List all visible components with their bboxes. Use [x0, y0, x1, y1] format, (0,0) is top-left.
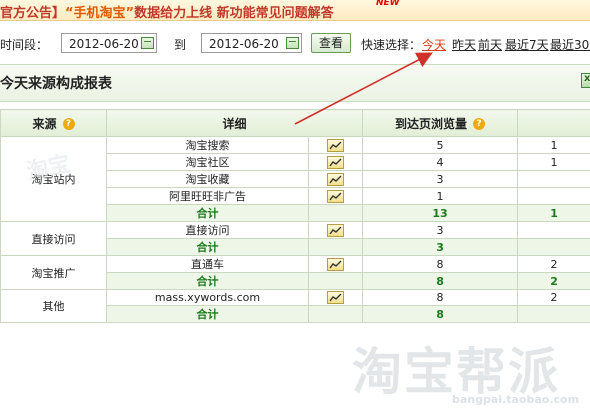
table-row: 淘宝站内 淘宝搜索 5 1: [0, 136, 590, 222]
trend-chart-icon[interactable]: [327, 172, 344, 186]
total-extra: [517, 238, 590, 256]
trend-chart-icon[interactable]: [327, 138, 344, 152]
total-label: 合计: [106, 272, 309, 290]
trend-cell: [307, 187, 364, 205]
trend-cell: [307, 289, 364, 306]
total-value: 8: [362, 305, 519, 323]
total-extra: 1: [517, 204, 590, 222]
detail-cell: mass.xywords.com: [106, 289, 309, 306]
trend-chart-icon[interactable]: [327, 291, 344, 305]
table-header-row: 来源? 详细 到达页浏览量?: [0, 109, 590, 137]
detail-cell: 阿里旺旺非广告: [106, 187, 309, 205]
trend-cell: [307, 153, 364, 171]
report-header: 今天来源构成报表: [0, 64, 590, 102]
pageviews-cell: 1: [362, 187, 519, 205]
detail-cell: 淘宝社区: [106, 153, 309, 171]
total-label: 合计: [106, 238, 309, 256]
source-cell: 其他: [0, 289, 107, 323]
total-label: 合计: [106, 204, 309, 222]
to-label: 到: [174, 38, 187, 52]
detail-cell: 淘宝搜索: [106, 136, 309, 154]
total-extra: 2: [517, 272, 590, 290]
col-header-pageviews-label: 到达页浏览量: [395, 116, 468, 131]
end-date-value: 2012-06-20: [209, 37, 279, 51]
quick-select-label: 快速选择：: [361, 38, 422, 52]
quick-link-last-30-days[interactable]: 最近30天: [550, 36, 590, 53]
trend-cell: [307, 221, 364, 239]
detail-cell: 直通车: [106, 255, 309, 273]
quick-link-day-before[interactable]: 前天: [478, 36, 502, 53]
extra-cell: [517, 221, 590, 239]
trend-cell: [307, 136, 364, 154]
col-header-source-label: 来源: [32, 116, 57, 131]
quick-link-last-7-days[interactable]: 最近7天: [505, 36, 549, 53]
report-title: 今天来源构成报表: [0, 76, 112, 92]
pageviews-cell: 5: [362, 136, 519, 154]
end-date-input[interactable]: 2012-06-20: [201, 33, 302, 53]
pageviews-cell: 3: [362, 221, 519, 239]
empty-cell: [307, 272, 364, 290]
total-value: 3: [362, 238, 519, 256]
extra-cell: 2: [517, 289, 590, 306]
source-report-table: 来源? 详细 到达页浏览量? 淘宝站内 淘宝搜索 5 1 淘宝社区 4 1 淘宝…: [0, 109, 590, 323]
help-icon[interactable]: ?: [62, 118, 75, 130]
trend-cell: [307, 170, 364, 188]
pageviews-cell: 8: [362, 289, 519, 306]
pageviews-cell: 4: [362, 153, 519, 171]
detail-cell: 淘宝收藏: [106, 170, 309, 188]
detail-cell: 直接访问: [106, 221, 309, 239]
source-cell: 直接访问: [0, 221, 107, 256]
col-header-pageviews: 到达页浏览量?: [362, 109, 519, 137]
quick-link-yesterday[interactable]: 昨天: [452, 36, 476, 53]
col-header-detail: 详细: [105, 109, 364, 137]
trend-cell: [307, 255, 364, 273]
announcement-bar: 官方公告】“手机淘宝”数据给力上线 新功能常见问题解答 NEW: [0, 0, 590, 21]
empty-cell: [307, 305, 364, 323]
trend-chart-icon[interactable]: [327, 257, 344, 271]
total-extra: [517, 305, 590, 323]
watermark-url: bangpai.taobao.com: [452, 393, 580, 406]
excel-export-icon[interactable]: [581, 73, 590, 88]
empty-cell: [307, 238, 364, 256]
col-header-more: [517, 109, 590, 137]
trend-chart-icon[interactable]: [327, 155, 344, 169]
announcement-prefix: 官方公告】: [0, 6, 66, 21]
query-button[interactable]: 查看: [311, 33, 351, 53]
table-row: 淘宝推广 直通车 8 2: [0, 255, 590, 290]
announcement-highlight: “手机淘宝”: [65, 6, 135, 21]
empty-cell: [307, 204, 364, 222]
table-row: 其他 mass.xywords.com 8 2: [0, 289, 590, 323]
start-date-input[interactable]: 2012-06-20: [61, 33, 157, 53]
help-icon[interactable]: ?: [473, 118, 486, 130]
extra-cell: 2: [517, 255, 590, 273]
trend-chart-icon[interactable]: [327, 223, 344, 237]
extra-cell: 1: [517, 136, 590, 154]
calendar-icon[interactable]: [141, 37, 154, 49]
total-value: 13: [362, 204, 519, 222]
total-label: 合计: [106, 305, 309, 323]
new-badge: NEW: [376, 0, 400, 8]
pageviews-cell: 3: [362, 170, 519, 188]
col-header-source: 来源?: [0, 109, 107, 137]
pageviews-cell: 8: [362, 255, 519, 273]
extra-cell: 1: [517, 153, 590, 171]
source-cell: 淘宝推广: [0, 255, 107, 290]
extra-cell: [517, 170, 590, 188]
extra-cell: [517, 187, 590, 205]
announcement-link[interactable]: 官方公告】“手机淘宝”数据给力上线 新功能常见问题解答: [0, 2, 334, 21]
calendar-icon[interactable]: [286, 37, 299, 49]
start-date-value: 2012-06-20: [69, 37, 139, 51]
time-range-label: 时间段：: [0, 38, 49, 52]
trend-chart-icon[interactable]: [327, 189, 344, 203]
announcement-text: 数据给力上线 新功能常见问题解答: [134, 6, 334, 21]
total-value: 8: [362, 272, 519, 290]
quick-link-today[interactable]: 今天: [422, 36, 446, 53]
col-header-detail-label: 详细: [222, 116, 247, 131]
table-row: 直接访问 直接访问 3: [0, 221, 590, 256]
